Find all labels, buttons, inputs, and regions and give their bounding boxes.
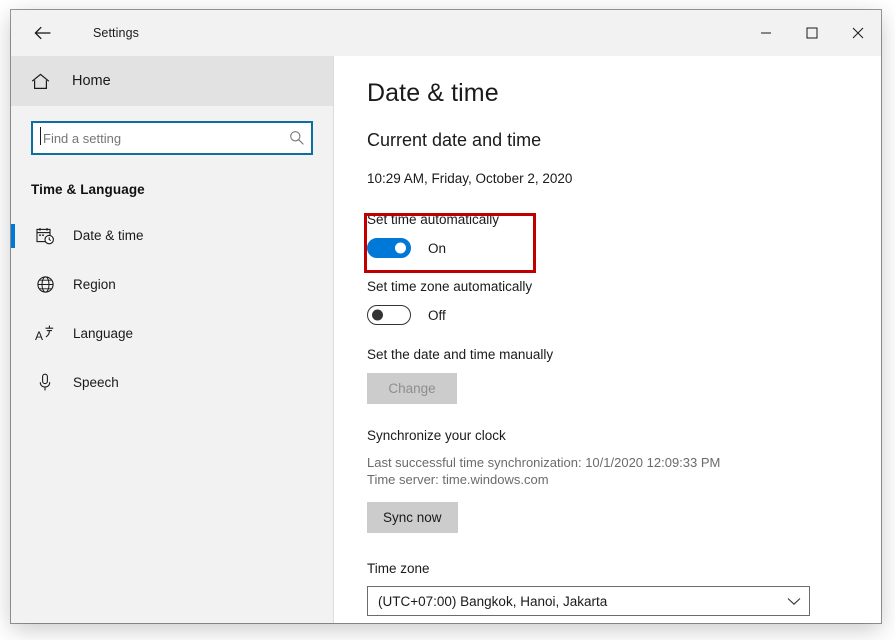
globe-icon [34,274,56,296]
sidebar-item-label: Date & time [73,228,144,243]
change-button[interactable]: Change [367,373,457,404]
close-icon [852,27,864,39]
sidebar-section-title: Time & Language [31,182,145,197]
page-title: Date & time [367,79,499,107]
current-datetime-value: 10:29 AM, Friday, October 2, 2020 [367,171,573,186]
set-time-automatically-toggle[interactable] [367,238,411,258]
set-time-automatically-state: On [428,240,447,256]
timezone-selected-value: (UTC+07:00) Bangkok, Hanoi, Jakarta [378,593,608,609]
microphone-icon [34,372,56,394]
main-content: Date & time Current date and time 10:29 … [334,56,881,623]
svg-text:A: A [35,329,43,343]
back-arrow-icon [33,26,50,39]
sidebar-item-label: Region [73,277,116,292]
set-timezone-automatically-toggle[interactable] [367,305,411,325]
calendar-clock-icon [34,225,56,247]
search-input[interactable] [33,129,283,147]
sidebar-item-label: Speech [73,375,119,390]
search-box[interactable] [31,121,313,155]
current-datetime-heading: Current date and time [367,130,542,150]
home-icon [31,73,57,90]
sidebar-item-region[interactable]: Region [11,260,333,309]
synchronize-heading: Synchronize your clock [367,428,506,443]
toggle-knob [372,309,383,321]
set-time-automatically-label: Set time automatically [367,212,500,227]
sidebar-item-speech[interactable]: Speech [11,358,333,407]
set-time-automatically-row: On [367,238,881,258]
selection-indicator [11,224,15,248]
home-label: Home [72,73,111,89]
toggle-knob [395,242,406,254]
settings-window: Settings Home Find a setting Time & Lang… [11,10,881,623]
set-timezone-automatically-state: Off [428,307,446,323]
search-icon[interactable] [283,130,311,146]
last-sync-text: Last successful time synchronization: 10… [367,455,721,470]
window-controls [743,10,881,56]
close-button[interactable] [835,10,881,56]
set-manually-label: Set the date and time manually [367,347,554,362]
title-bar: Settings [11,10,881,56]
minimize-icon [761,32,771,34]
window-title: Settings [93,26,139,40]
sidebar: Home Time & Language [11,56,334,623]
back-button[interactable] [19,10,65,56]
text-caret [40,127,41,145]
maximize-icon [806,27,818,39]
timezone-dropdown[interactable]: (UTC+07:00) Bangkok, Hanoi, Jakarta [367,586,810,616]
sidebar-nav-list: Date & time Region A Language Speech [11,211,333,407]
minimize-button[interactable] [743,10,789,56]
sidebar-item-language[interactable]: A Language [11,309,333,358]
sidebar-item-date-time[interactable]: Date & time [11,211,333,260]
chevron-down-icon[interactable] [779,597,809,606]
sidebar-item-label: Language [73,326,134,341]
sync-now-button[interactable]: Sync now [367,502,458,533]
maximize-button[interactable] [789,10,835,56]
set-timezone-automatically-label: Set time zone automatically [367,279,533,294]
language-icon: A [34,323,56,345]
sidebar-item-home[interactable]: Home [11,56,333,106]
timezone-label: Time zone [367,561,430,576]
screen-root: Settings Home Find a setting Time & Lang… [0,0,895,640]
time-server-text: Time server: time.windows.com [367,472,549,487]
set-timezone-automatically-row: Off [367,305,881,325]
